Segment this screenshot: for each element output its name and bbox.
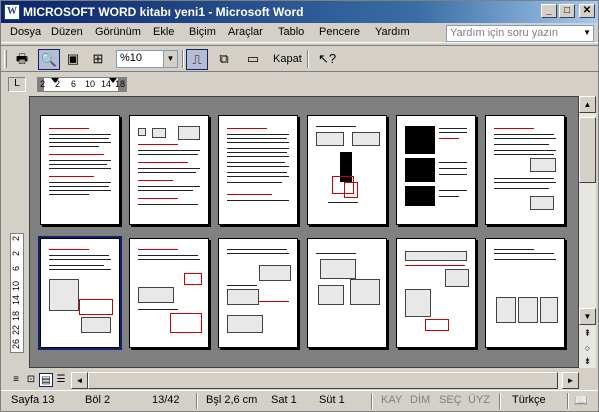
status-page-of: 13/42 — [152, 394, 180, 406]
print-preview-toolbar: 🖶 🔍 ▣ ⊞ %10 ▼ ⎍ ⧉ ▭ Kapat ↖? — [1, 45, 598, 72]
page-thumbnail-selected[interactable] — [38, 236, 122, 350]
status-column: Süt 1 — [319, 394, 345, 406]
normal-view-icon[interactable]: ≡ — [9, 373, 23, 387]
menu-gorunum[interactable]: Görünüm — [95, 26, 141, 38]
horizontal-scrollbar[interactable]: ◄ ► — [71, 372, 579, 389]
vruler-number: 14 — [11, 295, 21, 306]
document-preview-area[interactable] — [29, 96, 579, 368]
menu-pencere[interactable]: Pencere — [319, 26, 360, 38]
word-window: W MICROSOFT WORD kitabı yeni1 - Microsof… — [0, 0, 599, 412]
horizontal-ruler: L 2 2 6 10 14 18 — [1, 73, 598, 95]
tab-selector[interactable]: L — [8, 77, 26, 92]
maximize-button[interactable]: □ — [559, 4, 575, 18]
page-thumbnail[interactable] — [485, 238, 565, 348]
menu-tablo[interactable]: Tablo — [278, 26, 304, 38]
status-ovr[interactable]: ÜYZ — [468, 394, 490, 406]
page-thumbnail[interactable] — [396, 238, 476, 348]
ruler-number: 10 — [85, 79, 96, 89]
scroll-right-button[interactable]: ► — [562, 372, 579, 389]
menu-bar: Dosya Düzen Görünüm Ekle Biçim Araçlar T… — [1, 23, 598, 43]
menu-bicim[interactable]: Biçim — [189, 26, 216, 38]
scroll-left-button[interactable]: ◄ — [71, 372, 88, 389]
vruler-number: 6 — [11, 266, 21, 272]
page-thumbnail[interactable] — [218, 238, 298, 348]
vruler-number: 22 — [11, 325, 21, 336]
horizontal-scroll-thumb[interactable] — [88, 372, 558, 389]
menu-araclar[interactable]: Araçlar — [228, 26, 263, 38]
view-and-scroll-bar: ≡ ⊡ ▤ ☰ ◄ ► — [1, 371, 598, 389]
status-ext[interactable]: SEÇ — [439, 394, 462, 406]
vruler-number: 10 — [11, 281, 21, 292]
status-line: Sat 1 — [271, 394, 297, 406]
zoom-select[interactable]: %10 ▼ — [116, 50, 178, 68]
multiple-pages-icon[interactable]: ⊞ — [87, 49, 109, 70]
chevron-down-icon[interactable]: ▼ — [583, 28, 591, 37]
select-browse-object-icon[interactable]: ○ — [581, 342, 594, 355]
status-at: Bşl 2,6 cm — [206, 394, 258, 406]
page-thumbnail[interactable] — [307, 238, 387, 348]
status-language[interactable]: Türkçe — [512, 394, 546, 406]
close-button[interactable]: ✕ — [579, 4, 595, 18]
page-thumbnail[interactable] — [396, 115, 476, 225]
right-indent-marker[interactable] — [109, 78, 117, 83]
ruler-strip[interactable]: 2 2 6 10 14 18 — [37, 77, 127, 92]
web-layout-view-icon[interactable]: ⊡ — [24, 373, 38, 387]
ruler-number: 6 — [71, 79, 77, 89]
vertical-ruler: 2 2 6 10 14 18 22 26 — [8, 96, 26, 368]
first-line-indent-marker[interactable] — [51, 78, 59, 83]
full-screen-icon[interactable]: ▭ — [242, 49, 264, 70]
print-layout-view-icon[interactable]: ▤ — [39, 373, 53, 387]
menu-dosya[interactable]: Dosya — [10, 26, 41, 38]
spelling-status-icon[interactable]: 📖 — [574, 394, 588, 407]
vruler-number: 18 — [11, 311, 21, 322]
vruler-number: 2 — [11, 251, 21, 257]
close-preview-button[interactable]: Kapat — [273, 53, 302, 65]
minimize-button[interactable]: _ — [541, 4, 557, 18]
ruler-number: 2 — [40, 79, 46, 89]
scroll-up-button[interactable]: ▲ — [579, 96, 596, 113]
window-title: MICROSOFT WORD kitabı yeni1 - Microsoft … — [23, 5, 304, 19]
page-thumbnail[interactable] — [485, 115, 565, 225]
status-page: Sayfa 13 — [11, 394, 55, 406]
print-icon[interactable]: 🖶 — [11, 49, 33, 70]
menu-ekle[interactable]: Ekle — [153, 26, 174, 38]
context-help-icon[interactable]: ↖? — [312, 49, 342, 70]
next-page-icon[interactable]: ⇟ — [581, 355, 594, 368]
help-search-input[interactable]: Yardım için soru yazın ▼ — [446, 25, 594, 42]
magnifier-icon[interactable]: 🔍 — [38, 49, 60, 70]
status-bar: Sayfa 13 Böl 2 13/42 Bşl 2,6 cm Sat 1 Sü… — [1, 390, 598, 411]
previous-page-icon[interactable]: ⇞ — [581, 327, 594, 340]
shrink-to-fit-icon[interactable]: ⧉ — [213, 49, 235, 70]
toolbar-grip[interactable] — [4, 50, 7, 68]
status-section: Böl 2 — [85, 394, 111, 406]
status-rec[interactable]: KAY — [381, 394, 402, 406]
view-ruler-icon[interactable]: ⎍ — [186, 49, 208, 70]
menu-yardim[interactable]: Yardım — [375, 26, 410, 38]
vertical-scroll-thumb[interactable] — [579, 117, 596, 183]
vruler-number: 2 — [11, 236, 21, 242]
help-placeholder: Yardım için soru yazın — [450, 27, 559, 39]
one-page-icon[interactable]: ▣ — [62, 49, 84, 70]
vruler-number: 26 — [11, 339, 21, 350]
scroll-down-button[interactable]: ▼ — [579, 308, 596, 325]
toolbar-separator — [307, 50, 309, 68]
page-thumbnail[interactable] — [40, 115, 120, 225]
vertical-scrollbar[interactable]: ▲ ▼ ⇞ ○ ⇟ — [579, 96, 596, 368]
page-thumbnail[interactable] — [129, 238, 209, 348]
menu-duzen[interactable]: Düzen — [51, 26, 83, 38]
outline-view-icon[interactable]: ☰ — [54, 373, 68, 387]
chevron-down-icon[interactable]: ▼ — [163, 51, 177, 67]
status-trk[interactable]: DİM — [410, 394, 430, 406]
page-thumbnail[interactable] — [307, 115, 387, 225]
toolbar-separator — [182, 50, 184, 68]
zoom-value: %10 — [120, 52, 143, 64]
word-app-icon[interactable]: W — [4, 4, 20, 20]
title-bar[interactable]: W MICROSOFT WORD kitabı yeni1 - Microsof… — [1, 1, 598, 23]
page-thumbnail[interactable] — [218, 115, 298, 225]
page-thumbnail[interactable] — [129, 115, 209, 225]
